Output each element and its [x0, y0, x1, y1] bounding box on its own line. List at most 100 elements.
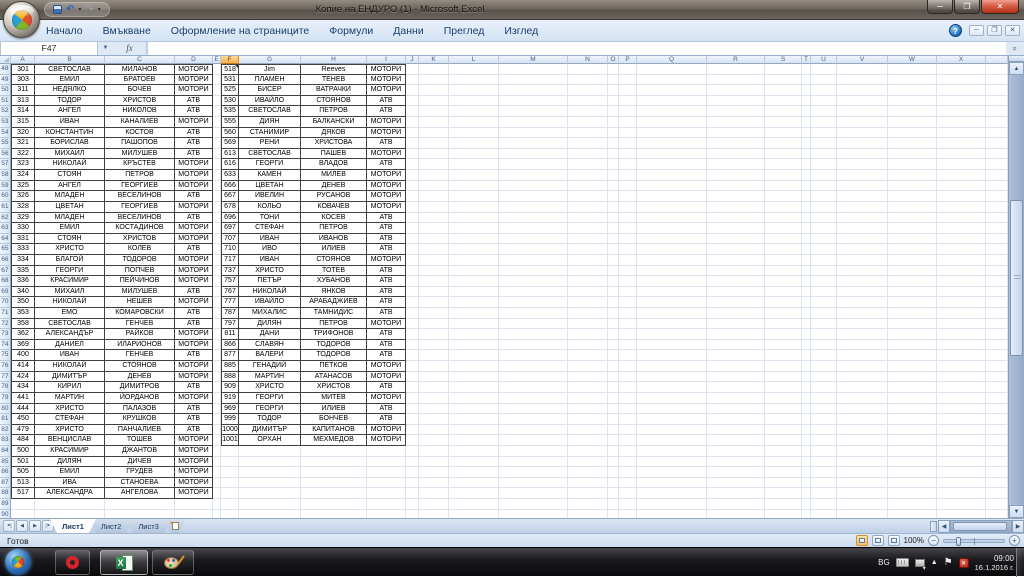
- cell-T84[interactable]: [802, 445, 811, 457]
- cell-O69[interactable]: [608, 286, 619, 298]
- cell-W85[interactable]: [888, 456, 937, 468]
- cell-Q77[interactable]: [637, 371, 707, 383]
- cell-H69[interactable]: ЯНКОВ: [301, 286, 367, 298]
- column-header-D[interactable]: D: [175, 56, 213, 64]
- cell-U54[interactable]: [811, 127, 837, 139]
- cell-P51[interactable]: [619, 95, 637, 107]
- cell-S75[interactable]: [765, 350, 802, 362]
- cell-P64[interactable]: [619, 233, 637, 245]
- cell-V57[interactable]: [837, 159, 888, 171]
- column-header-I[interactable]: I: [367, 56, 406, 64]
- cell-O87[interactable]: [608, 477, 619, 489]
- cell-S61[interactable]: [765, 201, 802, 213]
- cell-A48[interactable]: 301: [11, 64, 35, 75]
- cell-H63[interactable]: ПЕТРОВ: [301, 223, 367, 234]
- cell-V48[interactable]: [837, 64, 888, 75]
- cell-M66[interactable]: [499, 254, 568, 266]
- cell-I49[interactable]: МОТОРИ: [367, 74, 406, 86]
- cell-N75[interactable]: [568, 350, 608, 362]
- cell-Q49[interactable]: [637, 74, 707, 86]
- cell-I75[interactable]: АТВ: [367, 350, 406, 362]
- cell-F51[interactable]: 530: [221, 95, 239, 107]
- cell-P61[interactable]: [619, 201, 637, 213]
- cell-L74[interactable]: [449, 339, 499, 351]
- view-page-break-button[interactable]: [887, 535, 900, 546]
- cell-T88[interactable]: [802, 488, 811, 499]
- cell-partial-48[interactable]: [986, 64, 1008, 75]
- cell-W70[interactable]: [888, 297, 937, 309]
- cell-K82[interactable]: [419, 424, 449, 436]
- cell-O70[interactable]: [608, 297, 619, 309]
- cell-T82[interactable]: [802, 424, 811, 436]
- cell-M65[interactable]: [499, 244, 568, 255]
- cell-G80[interactable]: ГЕОРГИ: [239, 403, 301, 415]
- cell-K85[interactable]: [419, 456, 449, 468]
- cell-B58[interactable]: СТОЯН: [35, 170, 105, 181]
- cell-R61[interactable]: [707, 201, 765, 213]
- cell-F75[interactable]: 877: [221, 350, 239, 362]
- cell-U74[interactable]: [811, 339, 837, 351]
- cell-G68[interactable]: ПЕТЪР: [239, 276, 301, 287]
- cell-O56[interactable]: [608, 148, 619, 160]
- cell-I53[interactable]: МОТОРИ: [367, 117, 406, 128]
- cell-S60[interactable]: [765, 191, 802, 202]
- cell-M58[interactable]: [499, 170, 568, 181]
- cell-O81[interactable]: [608, 414, 619, 425]
- cell-D69[interactable]: АТВ: [175, 286, 213, 298]
- cell-G53[interactable]: ДИЯН: [239, 117, 301, 128]
- cell-P88[interactable]: [619, 488, 637, 499]
- sheet-tab-Лист3[interactable]: Лист3: [126, 519, 170, 533]
- cell-D57[interactable]: МОТОРИ: [175, 159, 213, 171]
- cell-T79[interactable]: [802, 392, 811, 404]
- cell-J79[interactable]: [406, 392, 419, 404]
- cell-Q53[interactable]: [637, 117, 707, 128]
- cell-O64[interactable]: [608, 233, 619, 245]
- cell-Q52[interactable]: [637, 106, 707, 118]
- cell-M69[interactable]: [499, 286, 568, 298]
- cell-J77[interactable]: [406, 371, 419, 383]
- row-header-84[interactable]: 84: [0, 445, 11, 457]
- cell-M84[interactable]: [499, 445, 568, 457]
- cell-T85[interactable]: [802, 456, 811, 468]
- cell-F64[interactable]: 707: [221, 233, 239, 245]
- cell-P80[interactable]: [619, 403, 637, 415]
- cell-G52[interactable]: СВЕТОСЛАВ: [239, 106, 301, 118]
- cell-C55[interactable]: ПАШОПОВ: [105, 138, 175, 149]
- cell-W62[interactable]: [888, 212, 937, 224]
- cell-J74[interactable]: [406, 339, 419, 351]
- cell-S57[interactable]: [765, 159, 802, 171]
- cell-partial-57[interactable]: [986, 159, 1008, 171]
- cell-S76[interactable]: [765, 361, 802, 372]
- cell-R70[interactable]: [707, 297, 765, 309]
- cell-T61[interactable]: [802, 201, 811, 213]
- cell-D58[interactable]: МОТОРИ: [175, 170, 213, 181]
- cell-A65[interactable]: 333: [11, 244, 35, 255]
- cell-W57[interactable]: [888, 159, 937, 171]
- show-hidden-icons-icon[interactable]: ▲: [931, 559, 938, 566]
- cell-O78[interactable]: [608, 382, 619, 393]
- cell-G61[interactable]: КОЛЬО: [239, 201, 301, 213]
- cell-O53[interactable]: [608, 117, 619, 128]
- cell-O60[interactable]: [608, 191, 619, 202]
- cell-I54[interactable]: МОТОРИ: [367, 127, 406, 139]
- cell-E83[interactable]: [213, 435, 221, 446]
- cell-partial-81[interactable]: [986, 414, 1008, 425]
- cell-H85[interactable]: [301, 456, 367, 468]
- cell-B65[interactable]: ХРИСТО: [35, 244, 105, 255]
- zoom-in-button[interactable]: +: [1009, 535, 1020, 546]
- cell-I89[interactable]: [367, 498, 406, 510]
- cell-H67[interactable]: ТОТЕВ: [301, 265, 367, 277]
- row-header-70[interactable]: 70: [0, 297, 11, 309]
- ribbon-tab-Оформление на страниците[interactable]: Оформление на страниците: [161, 22, 319, 40]
- cell-T86[interactable]: [802, 467, 811, 478]
- column-header-G[interactable]: G: [239, 56, 301, 64]
- cell-B63[interactable]: ЕМИЛ: [35, 223, 105, 234]
- cell-G64[interactable]: ИВАН: [239, 233, 301, 245]
- cell-O68[interactable]: [608, 276, 619, 287]
- cell-A49[interactable]: 303: [11, 74, 35, 86]
- ribbon-tab-Преглед[interactable]: Преглед: [434, 22, 495, 40]
- cell-H55[interactable]: ХРИСТОВА: [301, 138, 367, 149]
- cell-L82[interactable]: [449, 424, 499, 436]
- cell-W71[interactable]: [888, 308, 937, 319]
- cell-D72[interactable]: АТВ: [175, 318, 213, 330]
